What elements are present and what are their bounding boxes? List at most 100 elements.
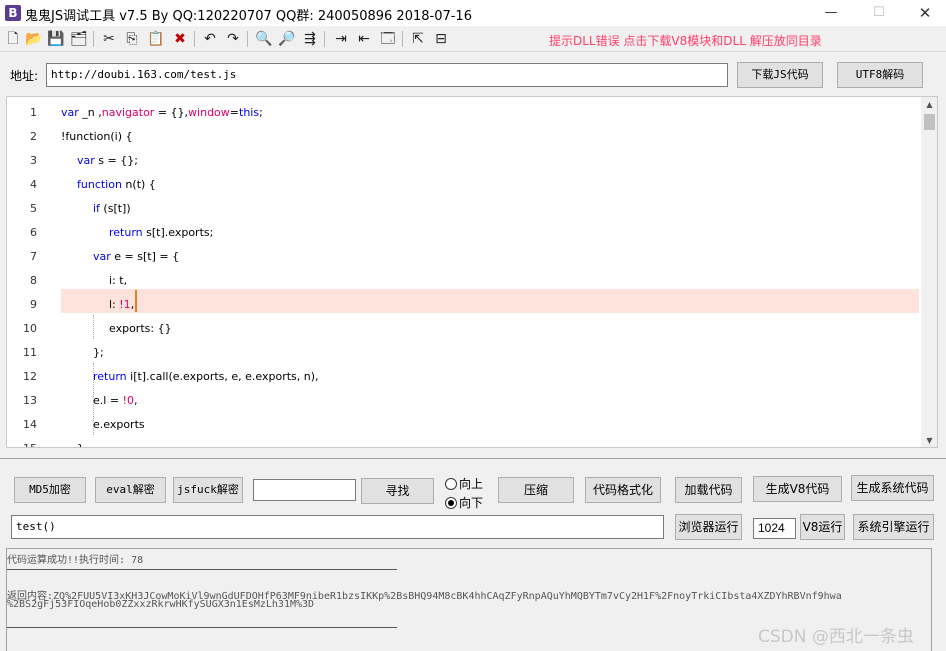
panel-divider bbox=[0, 458, 946, 459]
code-token: , bbox=[133, 394, 138, 407]
line-number: 5 bbox=[30, 202, 37, 215]
address-input[interactable]: http://doubi.163.com/test.js bbox=[46, 63, 728, 87]
outdent-icon[interactable]: ⇤ bbox=[355, 30, 373, 48]
properties-icon[interactable]: ⊟ bbox=[432, 30, 450, 48]
generate-system-code-button[interactable]: 生成系统代码 bbox=[851, 475, 934, 501]
toolbar-separator bbox=[402, 31, 403, 47]
utf8-decode-button[interactable]: UTF8解码 bbox=[837, 62, 923, 88]
output-divider bbox=[7, 627, 397, 628]
code-token: var bbox=[93, 250, 111, 263]
radio-up-label: 向上 bbox=[459, 477, 484, 491]
code-line: e.l = !0, bbox=[93, 394, 137, 407]
code-token: e.exports bbox=[93, 418, 145, 431]
code-token: s[t].exports; bbox=[142, 226, 214, 239]
delete-icon[interactable]: ✖ bbox=[171, 30, 189, 48]
help-pointer-icon[interactable]: ⇱ bbox=[409, 30, 427, 48]
scrollbar-thumb[interactable] bbox=[924, 114, 935, 130]
cut-icon[interactable]: ✂ bbox=[100, 30, 118, 48]
v8-run-button[interactable]: V8运行 bbox=[800, 514, 845, 540]
goto-icon[interactable]: ⇶ bbox=[301, 30, 319, 48]
line-number: 9 bbox=[30, 298, 37, 311]
find-icon[interactable]: 🔍 bbox=[255, 30, 273, 48]
code-line: var _n ,navigator = {},window=this; bbox=[61, 106, 263, 119]
scroll-down-arrow-icon[interactable]: ▼ bbox=[921, 433, 937, 447]
copy-icon[interactable]: ⎘ bbox=[123, 30, 141, 48]
undo-icon[interactable]: ↶ bbox=[201, 30, 219, 48]
search-input[interactable] bbox=[253, 479, 356, 501]
paste-icon[interactable]: 📋 bbox=[147, 30, 165, 48]
code-token: s = {}; bbox=[94, 154, 138, 167]
code-token: navigator bbox=[101, 106, 155, 119]
code-token: ; bbox=[259, 106, 263, 119]
call-expression-input[interactable]: test() bbox=[11, 515, 664, 539]
app-logo-icon: B bbox=[5, 5, 21, 21]
output-vertical-scrollbar[interactable] bbox=[917, 549, 931, 651]
radio-down[interactable]: 向下 bbox=[445, 494, 483, 511]
jsfuck-decrypt-button[interactable]: jsfuck解密 bbox=[173, 477, 243, 503]
minimize-button[interactable]: — bbox=[808, 0, 854, 26]
code-token: if bbox=[93, 202, 100, 215]
dll-hint-link[interactable]: 提示DLL错误 点击下载V8模块和DLL 解压放同目录 bbox=[549, 32, 822, 49]
window-title: 鬼鬼JS调试工具 v7.5 By QQ:120220707 QQ群: 24005… bbox=[25, 9, 472, 24]
v8-memory-input[interactable]: 1024 bbox=[753, 518, 796, 539]
close-button[interactable]: ✕ bbox=[902, 0, 946, 26]
toolbar-separator bbox=[247, 31, 248, 47]
browser-run-button[interactable]: 浏览器运行 bbox=[675, 514, 742, 540]
maximize-button[interactable]: ☐ bbox=[856, 0, 902, 26]
find-button[interactable]: 寻找 bbox=[361, 478, 434, 504]
result-value-2: %2BS2gFj53FIOqeHob0ZZxxzRkrwHKfySUGX3n1E… bbox=[7, 599, 315, 610]
line-number: 6 bbox=[30, 226, 37, 239]
code-line: e.exports bbox=[93, 418, 145, 431]
new-file-icon[interactable]: 🗋 bbox=[4, 30, 22, 48]
radio-down-indicator[interactable] bbox=[445, 497, 457, 509]
code-token: !0 bbox=[122, 394, 134, 407]
save-icon[interactable]: 💾 bbox=[47, 30, 65, 48]
window-icon[interactable]: 🗔 bbox=[379, 30, 397, 48]
system-engine-run-button[interactable]: 系统引擎运行 bbox=[853, 514, 934, 540]
code-line: function n(t) { bbox=[77, 178, 156, 191]
address-label: 地址: bbox=[10, 69, 39, 83]
toolbar-separator bbox=[194, 31, 195, 47]
code-token: !1 bbox=[119, 298, 131, 311]
load-code-button[interactable]: 加载代码 bbox=[675, 477, 742, 503]
code-editor[interactable]: 1 2 3 4 5 6 7 8 9 10 11 12 13 14 15 var … bbox=[6, 96, 938, 448]
md5-encrypt-button[interactable]: MD5加密 bbox=[14, 477, 86, 503]
code-token: n(t) { bbox=[121, 178, 156, 191]
line-number: 13 bbox=[23, 394, 37, 407]
download-js-button[interactable]: 下载JS代码 bbox=[737, 62, 823, 88]
editor-vertical-scrollbar[interactable]: ▲ ▼ bbox=[921, 97, 937, 447]
text-caret bbox=[135, 290, 137, 312]
code-line: return s[t].exports; bbox=[109, 226, 213, 239]
generate-v8-code-button[interactable]: 生成V8代码 bbox=[753, 476, 842, 502]
toolbar-separator bbox=[93, 31, 94, 47]
line-number: 12 bbox=[23, 370, 37, 383]
open-folder-icon[interactable]: 📂 bbox=[25, 30, 43, 48]
radio-up-indicator[interactable] bbox=[445, 478, 457, 490]
code-token: = {}, bbox=[154, 106, 189, 119]
find-replace-icon[interactable]: 🔎 bbox=[278, 30, 296, 48]
scroll-up-arrow-icon[interactable]: ▲ bbox=[921, 97, 937, 113]
code-token: e.l = bbox=[93, 394, 123, 407]
format-code-button[interactable]: 代码格式化 bbox=[585, 477, 661, 503]
code-line: !function(i) { bbox=[61, 130, 132, 143]
current-line-highlight bbox=[61, 289, 919, 313]
code-token: l: bbox=[109, 298, 120, 311]
line-number: 11 bbox=[23, 346, 37, 359]
code-token: i: t, bbox=[109, 274, 128, 287]
title-bar: B 鬼鬼JS调试工具 v7.5 By QQ:120220707 QQ群: 240… bbox=[0, 0, 946, 26]
save-all-icon[interactable]: 🗂 bbox=[70, 30, 88, 48]
radio-down-label: 向下 bbox=[459, 496, 484, 510]
code-line: } bbox=[77, 442, 84, 447]
indent-icon[interactable]: ⇥ bbox=[332, 30, 350, 48]
code-token: i[t].call(e.exports, e, e.exports, n), bbox=[126, 370, 319, 383]
radio-up[interactable]: 向上 bbox=[445, 475, 483, 492]
line-number: 1 bbox=[30, 106, 37, 119]
code-token: exports: {} bbox=[109, 322, 172, 335]
eval-decrypt-button[interactable]: eval解密 bbox=[95, 477, 166, 503]
code-token: = bbox=[229, 106, 239, 119]
redo-icon[interactable]: ↷ bbox=[224, 30, 242, 48]
code-line: return i[t].call(e.exports, e, e.exports… bbox=[93, 370, 319, 383]
compress-button[interactable]: 压缩 bbox=[498, 477, 574, 503]
code-token: window bbox=[188, 106, 230, 119]
status-text: 代码运算成功!!执行时间: 78 bbox=[7, 555, 144, 566]
